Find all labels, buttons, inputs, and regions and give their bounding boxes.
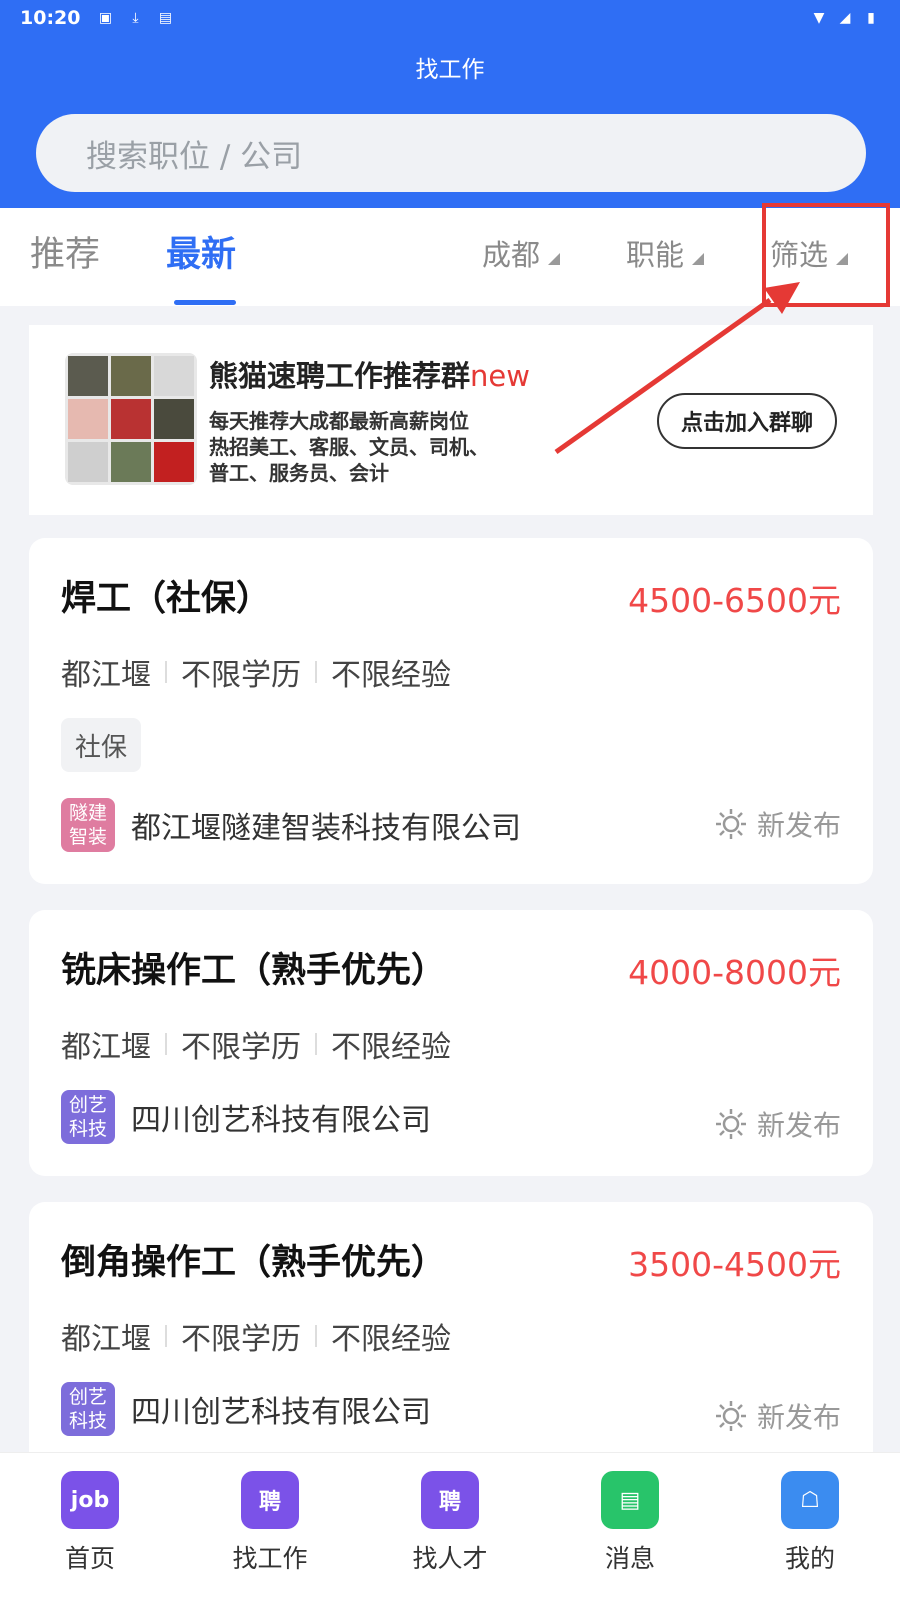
new-post-status: 新发布	[715, 804, 841, 844]
sun-icon	[715, 1109, 746, 1139]
tab-latest[interactable]: 最新	[166, 226, 236, 277]
search-input[interactable]: 搜索职位 / 公司	[36, 114, 866, 192]
banner-title: 熊猫速聘工作推荐群new	[209, 353, 530, 395]
banner-title-text: 熊猫速聘工作推荐群	[209, 359, 471, 393]
banner-line: 普工、服务员、会计	[209, 461, 389, 485]
city-filter[interactable]: 成都	[482, 232, 561, 274]
divider	[165, 1325, 167, 1347]
job-toolbox-icon: job	[61, 1471, 119, 1529]
job-salary: 3500-4500元	[628, 1245, 841, 1284]
job-experience: 不限经验	[331, 1030, 451, 1065]
nav-label: 消息	[604, 1544, 655, 1573]
company-name: 四川创艺科技有限公司	[131, 1395, 431, 1430]
new-post-status: 新发布	[715, 1104, 841, 1144]
job-location: 都江堰	[61, 658, 151, 693]
download-icon: ⤓	[132, 10, 139, 26]
wifi-icon: ▼	[813, 10, 825, 26]
nav-label: 找工作	[232, 1544, 308, 1573]
job-salary: 4000-8000元	[628, 953, 841, 992]
banner-new-badge: new	[470, 359, 530, 393]
job-card[interactable]: 焊工（社保） 4500-6500元 都江堰 不限学历 不限经验 社保 隧建智装 …	[29, 538, 873, 884]
bottom-nav: job 首页 聘 找工作 聘 找人才 ▤ 消息 ☖ 我的	[0, 1452, 900, 1600]
nav-item-mine[interactable]: ☖ 我的	[720, 1453, 900, 1600]
divider	[315, 1033, 317, 1055]
banner-line: 每天推荐大成都最新高薪岗位	[209, 409, 469, 433]
sun-icon	[715, 1401, 746, 1431]
job-title: 焊工（社保）	[61, 579, 272, 619]
nav-label: 找人才	[412, 1544, 488, 1573]
job-location: 都江堰	[61, 1322, 151, 1357]
nav-label: 首页	[64, 1544, 115, 1573]
city-filter-label: 成都	[482, 238, 541, 272]
signal-icon: ◢	[839, 10, 851, 26]
nav-item-find-talent[interactable]: 聘 找人才	[360, 1453, 540, 1600]
company-row: 隧建智装 都江堰隧建智装科技有限公司	[61, 798, 521, 852]
divider	[165, 1033, 167, 1055]
nav-item-find-job[interactable]: 聘 找工作	[180, 1453, 360, 1600]
tab-recommend[interactable]: 推荐	[30, 226, 100, 277]
banner-line: 热招美工、客服、文员、司机、	[209, 435, 489, 459]
job-location: 都江堰	[61, 1030, 151, 1065]
divider	[165, 661, 167, 683]
job-meta: 都江堰 不限学历 不限经验	[61, 1022, 451, 1066]
company-row: 创艺科技 四川创艺科技有限公司	[61, 1382, 431, 1436]
group-banner[interactable]: 熊猫速聘工作推荐群new 每天推荐大成都最新高薪岗位 热招美工、客服、文员、司机…	[29, 325, 873, 515]
dropdown-triangle-icon	[548, 253, 561, 265]
group-avatar-collage	[65, 353, 197, 485]
profile-card-icon: ☖	[781, 1471, 839, 1529]
job-meta: 都江堰 不限学历 不限经验	[61, 1314, 451, 1358]
app-notification-icon: ▤	[158, 10, 173, 26]
dropdown-triangle-icon	[692, 253, 705, 265]
job-education: 不限学历	[181, 1030, 301, 1065]
job-experience: 不限经验	[331, 1322, 451, 1357]
battery-icon: ▮	[867, 10, 875, 26]
job-experience: 不限经验	[331, 658, 451, 693]
nav-item-home[interactable]: job 首页	[0, 1453, 180, 1600]
status-time: 10:20	[20, 7, 81, 29]
company-row: 创艺科技 四川创艺科技有限公司	[61, 1090, 431, 1144]
nav-label: 我的	[784, 1544, 835, 1573]
join-group-button[interactable]: 点击加入群聊	[657, 393, 837, 449]
sun-icon	[715, 809, 746, 839]
job-salary: 4500-6500元	[628, 581, 841, 620]
image-notification-icon: ▣	[98, 10, 113, 26]
status-text: 新发布	[756, 809, 841, 842]
function-filter[interactable]: 职能	[626, 232, 705, 274]
annotation-highlight-box	[762, 203, 890, 307]
job-title: 铣床操作工（熟手优先）	[61, 951, 447, 991]
company-logo: 隧建智装	[61, 798, 115, 852]
company-name: 四川创艺科技有限公司	[131, 1103, 431, 1138]
status-text: 新发布	[756, 1109, 841, 1142]
job-meta: 都江堰 不限学历 不限经验	[61, 650, 451, 694]
page-title: 找工作	[415, 57, 485, 83]
hire-icon: 聘	[421, 1471, 479, 1529]
nav-item-messages[interactable]: ▤ 消息	[540, 1453, 720, 1600]
message-icon: ▤	[601, 1471, 659, 1529]
company-name: 都江堰隧建智装科技有限公司	[131, 811, 521, 846]
status-bar: 10:20 ▣ ⤓ ▤ ▼ ◢ ▮	[0, 0, 900, 36]
job-education: 不限学历	[181, 658, 301, 693]
hire-icon: 聘	[241, 1471, 299, 1529]
divider	[315, 1325, 317, 1347]
header: 找工作 搜索职位 / 公司	[0, 36, 900, 208]
active-tab-indicator	[174, 300, 236, 305]
company-logo: 创艺科技	[61, 1090, 115, 1144]
job-title: 倒角操作工（熟手优先）	[61, 1243, 447, 1283]
benefit-tag: 社保	[61, 718, 142, 772]
job-education: 不限学历	[181, 1322, 301, 1357]
new-post-status: 新发布	[715, 1396, 841, 1436]
job-card[interactable]: 铣床操作工（熟手优先） 4000-8000元 都江堰 不限学历 不限经验 创艺科…	[29, 910, 873, 1176]
function-filter-label: 职能	[626, 238, 685, 272]
job-card[interactable]: 倒角操作工（熟手优先） 3500-4500元 都江堰 不限学历 不限经验 创艺科…	[29, 1202, 873, 1468]
divider	[315, 661, 317, 683]
company-logo: 创艺科技	[61, 1382, 115, 1436]
status-text: 新发布	[756, 1401, 841, 1434]
